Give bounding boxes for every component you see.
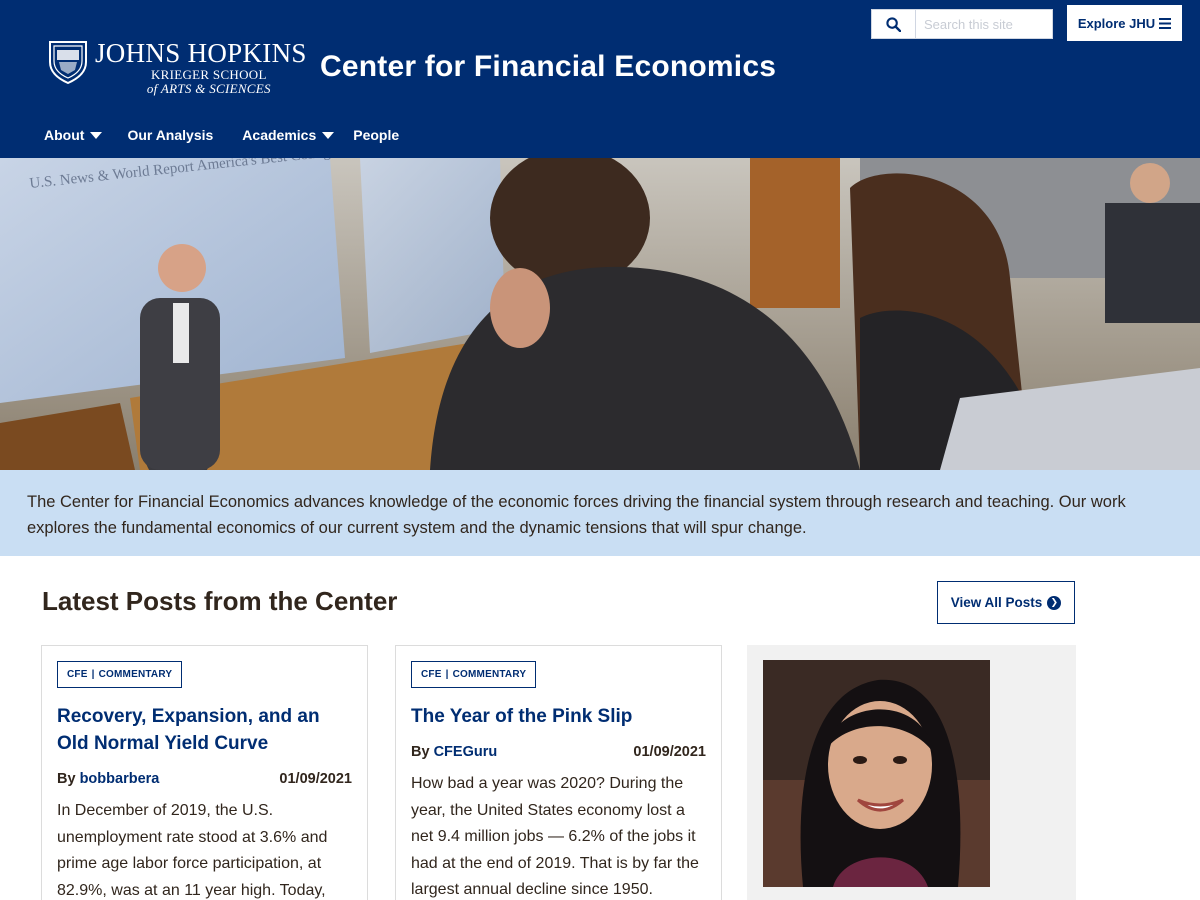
- profile-photo[interactable]: [763, 660, 990, 887]
- site-header: JOHNS HOPKINS KRIEGER SCHOOL of ARTS & S…: [0, 0, 1200, 158]
- arrow-right-circle-icon: ❯: [1047, 595, 1062, 610]
- explore-jhu-label: Explore JHU: [1077, 15, 1156, 31]
- post-tag[interactable]: CFE | COMMENTARY: [411, 661, 537, 688]
- main-nav: About Our Analysis Academics People: [44, 127, 418, 143]
- logo-school-line1: KRIEGER SCHOOL: [150, 67, 267, 82]
- by-label: By: [57, 771, 76, 787]
- tag-secondary: COMMENTARY: [452, 669, 527, 680]
- tag-primary: CFE: [421, 669, 442, 680]
- person-portrait: [763, 660, 990, 887]
- by-label: By: [411, 744, 430, 760]
- view-all-posts-button[interactable]: View All Posts ❯: [937, 581, 1075, 624]
- post-author-link[interactable]: bobbarbera: [80, 771, 160, 787]
- tag-primary: CFE: [67, 669, 88, 680]
- search-input[interactable]: [916, 9, 1053, 39]
- hamburger-menu-icon: [1159, 17, 1172, 29]
- nav-label: Academics: [242, 127, 317, 143]
- site-title[interactable]: Center for Financial Economics: [320, 50, 776, 84]
- post-title[interactable]: Recovery, Expansion, and an Old Normal Y…: [57, 703, 352, 757]
- post-card: CFE | COMMENTARY The Year of the Pink Slip…: [395, 645, 722, 900]
- tag-secondary: COMMENTARY: [98, 669, 173, 680]
- nav-item-about[interactable]: About: [44, 127, 103, 143]
- nav-item-academics[interactable]: Academics: [242, 127, 335, 143]
- featured-profile-card: [747, 645, 1076, 900]
- search-button[interactable]: [871, 9, 916, 39]
- post-date: 01/09/2021: [279, 771, 352, 787]
- post-title[interactable]: The Year of the Pink Slip: [411, 703, 706, 730]
- nav-item-our-analysis[interactable]: Our Analysis: [127, 127, 213, 143]
- search-form: [871, 9, 1053, 39]
- caret-down-icon: [322, 131, 335, 139]
- jhu-logo[interactable]: JOHNS HOPKINS KRIEGER SCHOOL of ARTS & S…: [47, 38, 307, 96]
- nav-label: About: [44, 127, 85, 143]
- shield-icon: [49, 41, 87, 84]
- nav-label: Our Analysis: [127, 127, 214, 143]
- nav-label: People: [353, 127, 400, 143]
- caret-down-icon: [90, 131, 103, 139]
- nav-item-people[interactable]: People: [353, 127, 399, 143]
- view-all-label: View All Posts: [950, 595, 1043, 610]
- logo-school-line2: of ARTS & SCIENCES: [146, 81, 271, 96]
- post-card: CFE | COMMENTARY Recovery, Expansion, and …: [41, 645, 368, 900]
- post-byline: By bobbarbera: [57, 771, 159, 787]
- tag-separator: |: [91, 669, 95, 680]
- post-date: 01/09/2021: [633, 744, 706, 760]
- post-tag[interactable]: CFE | COMMENTARY: [57, 661, 183, 688]
- latest-posts-heading: Latest Posts from the Center: [42, 586, 398, 616]
- center-description: The Center for Financial Economics advan…: [0, 470, 1200, 556]
- search-icon: [886, 16, 901, 32]
- post-excerpt: How bad a year was 2020? During the year…: [411, 775, 699, 898]
- post-meta: By CFEGuru 01/09/2021: [411, 744, 706, 760]
- hero-image: U.S. News & World Report America's Best …: [0, 158, 1200, 470]
- classroom-photo: U.S. News & World Report America's Best …: [0, 158, 1200, 470]
- post-meta: By bobbarbera 01/09/2021: [57, 771, 352, 787]
- post-byline: By CFEGuru: [411, 744, 497, 760]
- tag-separator: |: [445, 669, 449, 680]
- post-author-link[interactable]: CFEGuru: [434, 744, 498, 760]
- explore-jhu-button[interactable]: Explore JHU: [1067, 5, 1182, 41]
- logo-university: JOHNS HOPKINS: [95, 38, 307, 68]
- post-excerpt: In December of 2019, the U.S. unemployme…: [57, 802, 328, 899]
